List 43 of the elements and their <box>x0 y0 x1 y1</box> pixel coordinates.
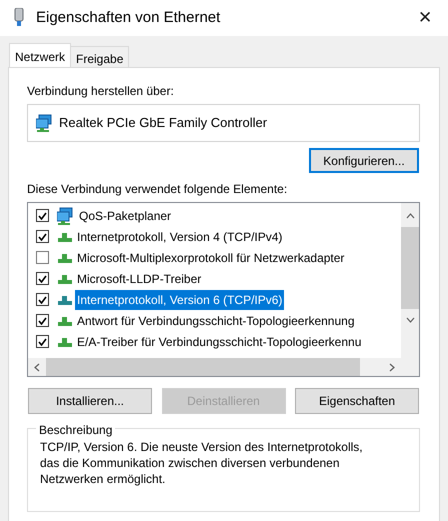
scroll-thumb[interactable] <box>401 227 419 309</box>
check-icon <box>38 338 47 346</box>
list-item[interactable]: E/A-Treiber für Verbindungsschicht-Topologieerkennu <box>75 332 364 352</box>
checkbox[interactable] <box>36 335 49 348</box>
check-icon <box>38 232 47 240</box>
check-icon <box>38 296 47 304</box>
checkbox[interactable] <box>36 251 49 264</box>
checkbox[interactable] <box>36 209 49 222</box>
description-text: TCP/IP, Version 6. Die neuste Version des Internetprotokolls, das die Kommunikation zwischen diversen verbundenen Netzwerken ermöglicht. <box>40 439 364 487</box>
check-icon <box>38 316 47 324</box>
list-item[interactable]: Microsoft-Multiplexorprotokoll für Netzwerkadapter <box>75 248 346 268</box>
scroll-left-icon <box>34 362 40 372</box>
vertical-scrollbar[interactable] <box>401 203 419 358</box>
scroll-down-icon <box>406 317 414 323</box>
list-item[interactable]: Microsoft-LLDP-Treiber <box>75 268 204 288</box>
adapter-name: Realtek PCIe GbE Family Controller <box>59 114 268 132</box>
scroll-right-icon <box>389 362 395 372</box>
configure-button[interactable]: Konfigurieren... <box>309 148 419 173</box>
ethernet-plug-icon <box>14 8 24 28</box>
checkbox[interactable] <box>36 230 49 243</box>
action-button[interactable]: Installieren... <box>28 388 152 414</box>
list-item[interactable]: Internetprotokoll, Version 6 (TCP/IPv6) <box>75 290 284 310</box>
checkbox[interactable] <box>36 272 49 285</box>
scroll-up-icon <box>406 213 414 219</box>
tab[interactable]: Freigabe <box>70 46 130 68</box>
connect-via-label: Verbindung herstellen über: <box>27 83 175 100</box>
window-title: Eigenschaften von Ethernet <box>36 8 222 28</box>
horizontal-scrollbar[interactable] <box>28 358 401 376</box>
elements-label: Diese Verbindung verwendet folgende Elemente: <box>27 181 288 198</box>
tab[interactable]: Netzwerk <box>9 43 72 68</box>
scroll-thumb[interactable] <box>46 358 360 376</box>
list-item[interactable]: Internetprotokoll, Version 4 (TCP/IPv4) <box>75 226 284 246</box>
action-button[interactable]: Eigenschaften <box>295 388 419 414</box>
network-adapter-icon <box>36 114 52 132</box>
close-button[interactable]: ✕ <box>414 5 436 31</box>
check-icon <box>38 274 47 282</box>
network-service-icon <box>57 206 75 224</box>
element-list[interactable] <box>27 202 420 377</box>
checkbox[interactable] <box>36 293 49 306</box>
list-item[interactable]: Antwort für Verbindungsschicht-Topologieerkennung <box>75 310 357 330</box>
checkbox[interactable] <box>36 314 49 327</box>
list-item[interactable]: QoS-Paketplaner <box>77 206 174 226</box>
check-icon <box>38 212 47 220</box>
